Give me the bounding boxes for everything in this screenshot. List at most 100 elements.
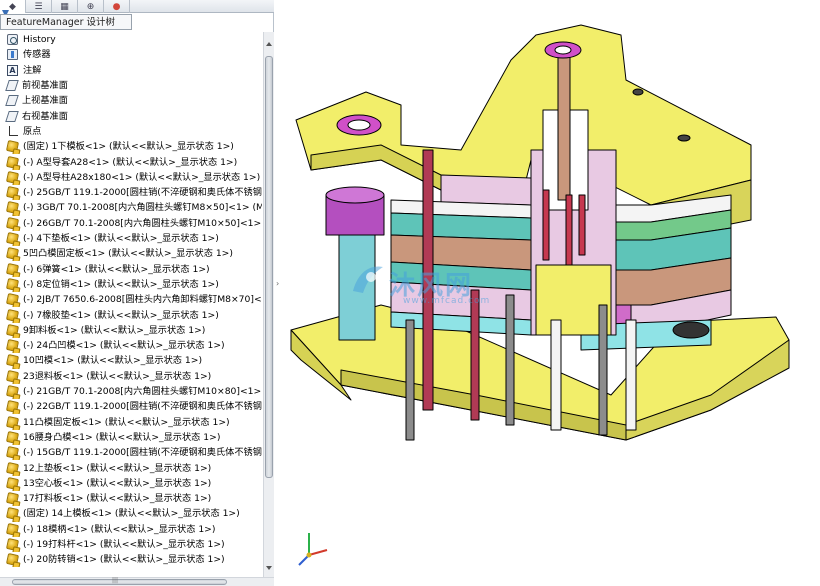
horizontal-scrollbar[interactable]: ||| <box>0 577 274 586</box>
punch-right <box>565 194 573 266</box>
panel-title-tooltip: FeatureManager 设计树 <box>0 14 132 30</box>
part-icon <box>5 262 20 276</box>
tree-item[interactable]: A 注解 <box>0 63 262 78</box>
plane-icon <box>5 110 19 122</box>
part-icon <box>5 308 20 322</box>
part-icon <box>5 293 20 307</box>
tree-item[interactable]: 右视基准面 <box>0 109 262 124</box>
watermark: 沐风网 www.mfcad.com <box>349 263 509 313</box>
part-icon <box>5 507 20 521</box>
part-icon <box>5 247 20 261</box>
tree-item-label: 原点 <box>23 125 42 137</box>
property-manager-tab[interactable]: ☰ <box>26 0 52 13</box>
collapse-panel-arrow-icon[interactable]: › <box>276 279 279 288</box>
tree-item[interactable]: 10凹模<1> (默认<<默认>_显示状态 1>) <box>0 353 262 368</box>
tree-item[interactable]: (-) 7橡胶垫<1> (默认<<默认>_显示状态 1>) <box>0 307 262 322</box>
part-icon <box>5 522 20 536</box>
pin-white-2 <box>625 319 637 431</box>
pin-white <box>550 319 562 431</box>
tree-item[interactable]: (-) 20防转销<1> (默认<<默认>_显示状态 1>) <box>0 552 262 567</box>
tree-item[interactable]: (-) A型导套A28<1> (默认<<默认>_显示状态 1>) <box>0 154 262 169</box>
scroll-down-arrow-icon[interactable] <box>266 566 272 570</box>
feature-manager-panel: ◆ ☰ ▦ ⊕ ● FeatureManager 设计树 History 传感器 A… <box>0 0 274 586</box>
vertical-scrollbar[interactable] <box>263 32 274 577</box>
tree-item[interactable]: 前视基准面 <box>0 78 262 93</box>
tree-item[interactable]: (-) 26GB/T 70.1-2008[内六角圆柱头螺钉M10×50]<1> … <box>0 216 262 231</box>
tree-item-label: 注解 <box>23 64 42 76</box>
tree-item-label: (-) 24凸凹模<1> (默认<<默认>_显示状态 1>) <box>23 340 225 352</box>
tree-item[interactable]: (-) 18模柄<1> (默认<<默认>_显示状态 1>) <box>0 522 262 537</box>
part-icon <box>5 369 20 383</box>
tree-item[interactable]: (-) 4下垫板<1> (默认<<默认>_显示状态 1>) <box>0 231 262 246</box>
tree-item[interactable]: (-) 21GB/T 70.1-2008[内六角圆柱头螺钉M10×80]<1> … <box>0 384 262 399</box>
tree-item[interactable]: History <box>0 32 262 47</box>
watermark-logo-icon <box>353 266 383 293</box>
spring-hole <box>672 321 710 339</box>
tree-item[interactable]: 16腰身凸模<1> (默认<<默认>_显示状态 1>) <box>0 430 262 445</box>
orientation-triad <box>298 533 328 566</box>
tree-item-label: 11凸模固定板<1> (默认<<默认>_显示状态 1>) <box>23 416 230 428</box>
tree-item[interactable]: (-) 19打料杆<1> (默认<<默认>_显示状态 1>) <box>0 537 262 552</box>
screw-grey-2 <box>598 304 608 436</box>
part-icon <box>5 323 20 337</box>
tree-item-label: 10凹模<1> (默认<<默认>_显示状态 1>) <box>23 355 203 367</box>
tree-item-label: (-) 20防转销<1> (默认<<默认>_显示状态 1>) <box>23 554 225 566</box>
tree-item-label: 23退料板<1> (默认<<默认>_显示状态 1>) <box>23 370 212 382</box>
tree-item-label: (固定) 1下模板<1> (默认<<默认>_显示状态 1>) <box>23 141 234 153</box>
tree-item[interactable]: (固定) 14上模板<1> (默认<<默认>_显示状态 1>) <box>0 506 262 521</box>
tree-item[interactable]: 传感器 <box>0 47 262 62</box>
vertical-scroll-thumb[interactable] <box>265 56 273 478</box>
display-manager-tab[interactable]: ● <box>104 0 130 13</box>
panel-tab-strip: ◆ ☰ ▦ ⊕ ● <box>0 0 274 13</box>
tree-item-label: 16腰身凸模<1> (默认<<默认>_显示状态 1>) <box>23 431 221 443</box>
screw-grey-3 <box>405 319 415 441</box>
part-icon <box>5 140 20 154</box>
part-icon <box>5 400 20 414</box>
tree-item[interactable]: 5凹凸模固定板<1> (默认<<默认>_显示状态 1>) <box>0 246 262 261</box>
configuration-icon: ▦ <box>60 1 69 12</box>
tree-item[interactable]: 11凸模固定板<1> (默认<<默认>_显示状态 1>) <box>0 415 262 430</box>
configuration-manager-tab[interactable]: ▦ <box>52 0 78 13</box>
mount-hole-2 <box>632 88 644 96</box>
tree-item-label: 13空心板<1> (默认<<默认>_显示状态 1>) <box>23 477 212 489</box>
part-icon <box>5 170 20 184</box>
tree-item-label: (-) 21GB/T 70.1-2008[内六角圆柱头螺钉M10×80]<1> … <box>23 386 262 398</box>
tree-item-label: (-) 22GB/T 119.1-2000[圆柱销(不淬硬钢和奥氏体不锈钢)φ1… <box>23 401 262 413</box>
tree-item-label: 上视基准面 <box>22 95 68 107</box>
plane-icon <box>5 95 19 107</box>
tree-item-label: (-) 2JB/T 7650.6-2008[圆柱头内六角卸料螺钉M8×70]<1… <box>23 294 262 306</box>
tree-item[interactable]: (-) A型导柱A28x180<1> (默认<<默认>_显示状态 1>) <box>0 170 262 185</box>
tree-item[interactable]: (-) 6弹簧<1> (默认<<默认>_显示状态 1>) <box>0 262 262 277</box>
tree-item[interactable]: 9卸料板<1> (默认<<默认>_显示状态 1>) <box>0 323 262 338</box>
horizontal-scroll-thumb[interactable] <box>12 579 227 585</box>
tree-item[interactable]: 23退料板<1> (默认<<默认>_显示状态 1>) <box>0 369 262 384</box>
screw-grey <box>505 294 515 426</box>
tree-item[interactable]: (-) 22GB/T 119.1-2000[圆柱销(不淬硬钢和奥氏体不锈钢)φ1… <box>0 399 262 414</box>
part-icon <box>5 476 20 490</box>
tree-item-label: 9卸料板<1> (默认<<默认>_显示状态 1>) <box>23 324 206 336</box>
tree-item[interactable]: 原点 <box>0 124 262 139</box>
tree-item-label: (-) 8定位销<1> (默认<<默认>_显示状态 1>) <box>23 278 219 290</box>
part-icon <box>5 277 20 291</box>
tree-item[interactable]: (-) 8定位销<1> (默认<<默认>_显示状态 1>) <box>0 277 262 292</box>
part-icon <box>5 201 20 215</box>
part-icon <box>5 339 20 353</box>
punch-left <box>542 189 550 261</box>
tree-item[interactable]: 13空心板<1> (默认<<默认>_显示状态 1>) <box>0 476 262 491</box>
tree-item[interactable]: (-) 2JB/T 7650.6-2008[圆柱头内六角卸料螺钉M8×70]<1… <box>0 292 262 307</box>
tree-item[interactable]: (-) 15GB/T 119.1-2000[圆柱销(不淬硬钢和奥氏体不锈钢)φ8… <box>0 445 262 460</box>
tree-item[interactable]: 17打料板<1> (默认<<默认>_显示状态 1>) <box>0 491 262 506</box>
tree-item[interactable]: (-) 24凸凹模<1> (默认<<默认>_显示状态 1>) <box>0 338 262 353</box>
part-icon <box>5 461 20 475</box>
scroll-up-arrow-icon[interactable] <box>266 42 272 46</box>
tree-item[interactable]: (固定) 1下模板<1> (默认<<默认>_显示状态 1>) <box>0 139 262 154</box>
tree-item[interactable]: (-) 3GB/T 70.1-2008[内六角圆柱头螺钉M8×50]<1> (M… <box>0 200 262 215</box>
ejector-rod <box>557 54 571 201</box>
tree-item[interactable]: 12上垫板<1> (默认<<默认>_显示状态 1>) <box>0 460 262 475</box>
part-icon <box>5 385 20 399</box>
tree-item[interactable]: 上视基准面 <box>0 93 262 108</box>
graphics-viewport[interactable]: 沐风网 www.mfcad.com <box>281 0 820 586</box>
origin-icon <box>7 125 18 137</box>
tree-item[interactable]: (-) 25GB/T 119.1-2000[圆柱销(不淬硬钢和奥氏体不锈钢)φ1… <box>0 185 262 200</box>
dimxpert-tab[interactable]: ⊕ <box>78 0 104 13</box>
